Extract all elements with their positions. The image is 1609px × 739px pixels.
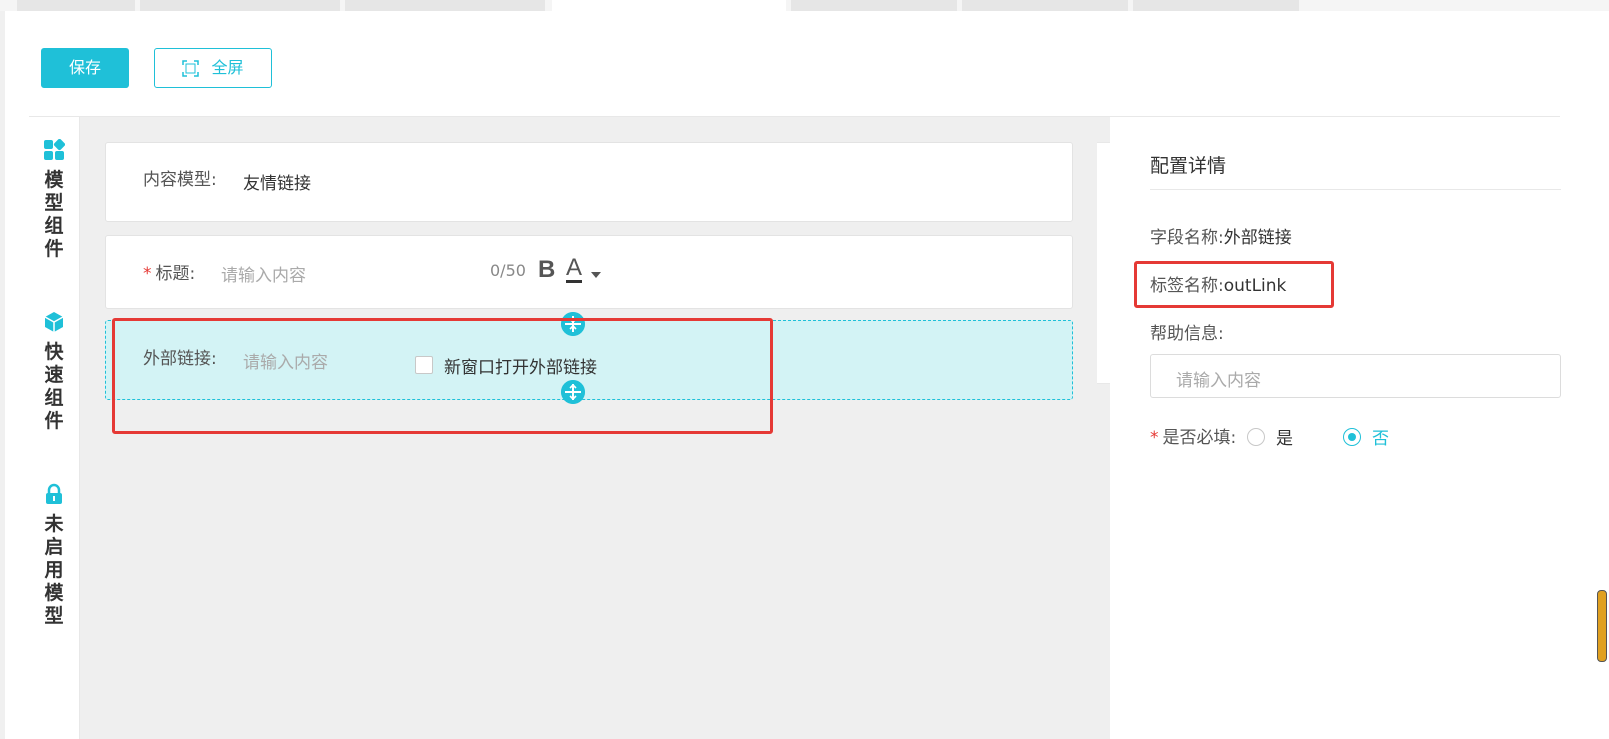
help-label: 帮助信息: (1150, 324, 1224, 344)
title-label: * 标题: (143, 259, 195, 284)
sidebar-item-label: 快速组件 (44, 341, 64, 432)
left-edge (0, 11, 5, 739)
highlight-box-tag-name (1134, 261, 1334, 308)
sidebar-item-model-components[interactable]: 模型组件 (29, 139, 79, 261)
title-label-text: 标题: (155, 264, 196, 284)
title-field[interactable]: * 标题: 请输入内容 0/50 B A (105, 235, 1073, 309)
sidebar-item-disabled-models[interactable]: 未启用模型 (29, 483, 79, 628)
required-mark: * (143, 264, 152, 284)
radio-no[interactable] (1343, 428, 1361, 446)
sidebar-item-label: 模型组件 (44, 169, 64, 260)
save-button[interactable]: 保存 (41, 48, 129, 88)
tab[interactable] (791, 0, 957, 11)
config-panel: 配置详情 字段名称:外部链接 标签名称:outLink 帮助信息: 请输入内容 … (1110, 117, 1561, 739)
tab[interactable] (17, 0, 135, 11)
content-model-field[interactable]: 内容模型: 友情链接 (105, 142, 1073, 222)
highlight-box-field (112, 318, 773, 434)
component-sidebar: 模型组件 快速组件 未启用模型 (29, 117, 80, 739)
tab-active[interactable] (552, 0, 786, 11)
tab[interactable] (345, 0, 545, 11)
content-model-label: 内容模型: (143, 170, 217, 190)
scrollbar-thumb[interactable] (1597, 590, 1607, 662)
required-row: * 是否必填: (1150, 423, 1236, 448)
lock-icon (46, 483, 62, 504)
grid-icon (44, 139, 65, 160)
font-color-button[interactable]: A (566, 256, 583, 283)
required-mark: * (1150, 428, 1159, 448)
divider (1150, 189, 1561, 190)
char-counter: 0/50 (490, 261, 526, 280)
field-name-value: 外部链接 (1223, 228, 1292, 248)
fullscreen-button[interactable]: 全屏 (154, 48, 272, 88)
radio-yes[interactable] (1247, 428, 1265, 446)
config-title: 配置详情 (1150, 155, 1227, 177)
fullscreen-label: 全屏 (211, 58, 244, 77)
chevron-down-icon[interactable] (591, 272, 601, 278)
cube-icon (44, 312, 64, 332)
bold-button[interactable]: B (538, 256, 555, 284)
help-input[interactable]: 请输入内容 (1150, 354, 1561, 398)
fullscreen-icon (182, 59, 200, 77)
field-name-row: 字段名称:外部链接 (1150, 223, 1292, 248)
required-label: 是否必填: (1162, 428, 1237, 448)
help-input-placeholder: 请输入内容 (1176, 371, 1261, 391)
tab[interactable] (140, 0, 340, 11)
panel-edge (1097, 142, 1110, 384)
radio-no-label[interactable]: 否 (1372, 424, 1389, 449)
tab[interactable] (1133, 0, 1299, 11)
sidebar-item-label: 未启用模型 (44, 513, 64, 627)
title-input[interactable]: 请输入内容 (221, 261, 306, 286)
field-name-label: 字段名称: (1150, 228, 1224, 248)
tab[interactable] (962, 0, 1128, 11)
sidebar-item-quick-components[interactable]: 快速组件 (29, 311, 79, 433)
tab-strip (0, 0, 1609, 11)
content-model-value: 友情链接 (243, 174, 311, 194)
radio-yes-label[interactable]: 是 (1276, 424, 1293, 449)
